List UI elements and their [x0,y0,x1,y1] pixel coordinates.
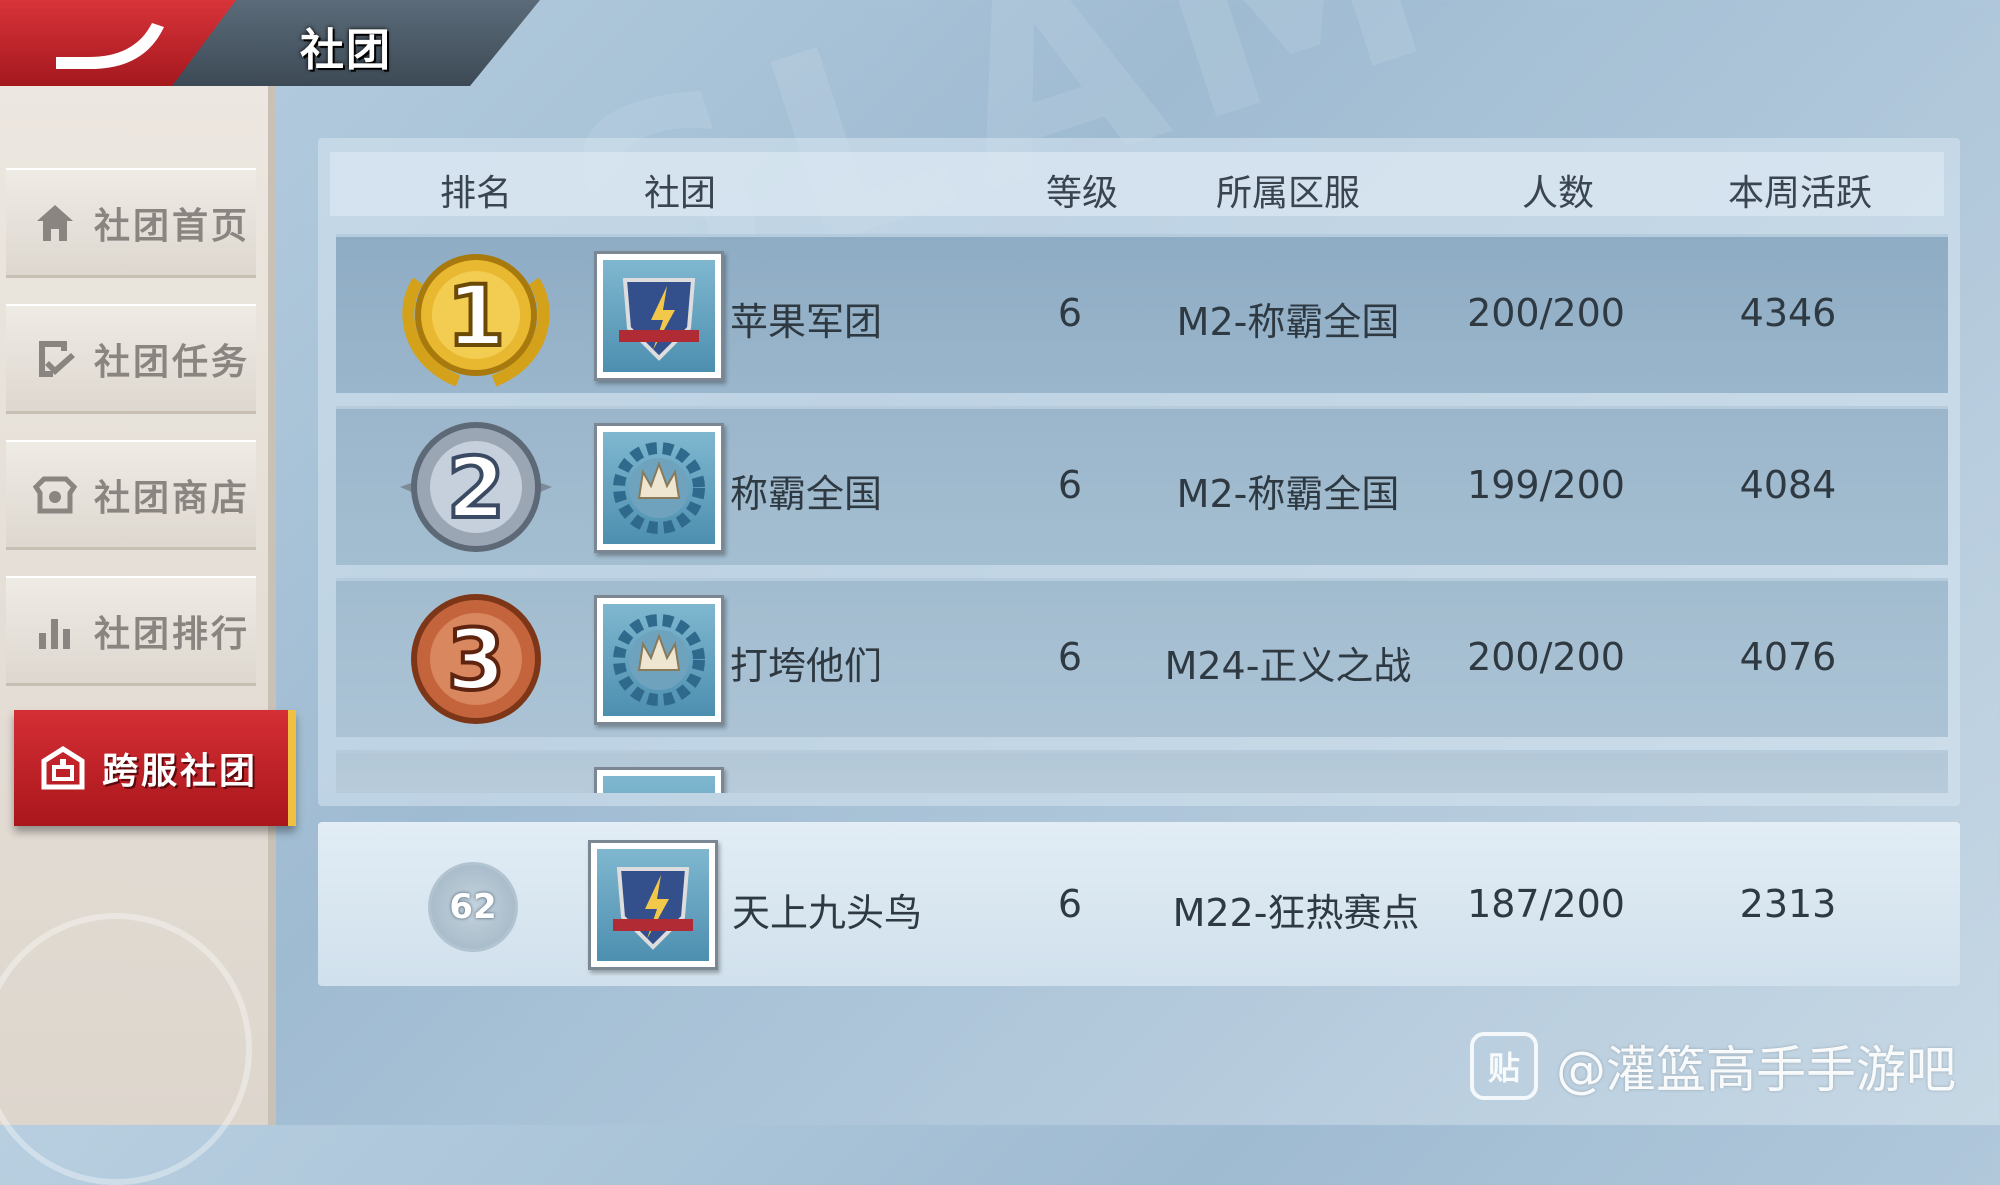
club-server: M2-称霸全国 [1176,472,1400,516]
table-header: 排名 社团 等级 所属区服 人数 本周活跃 [330,152,1944,216]
table-row[interactable]: 1 苹果军团 6 M2-称霸全国 200/200 4346 [336,234,1948,393]
sidebar-item-label: 社团任务 [94,341,251,383]
gold-medal-icon: 1 [386,237,566,393]
table-row-partial[interactable] [336,750,1948,793]
crown-gear-emblem-icon [594,595,724,725]
column-header-club: 社团 [643,173,717,214]
eagle-emblem-icon [594,251,724,381]
column-header-rank: 排名 [439,173,513,214]
club-activity: 4346 [1739,291,1837,335]
sidebar-item-label: 跨服社团 [102,751,259,792]
club-name: 打垮他们 [730,644,883,688]
rank-number: 3 [447,611,505,709]
club-activity: 4076 [1739,635,1837,679]
club-name: 天上九头鸟 [732,891,923,935]
eagle-emblem-icon [588,840,718,970]
column-header-server: 所属区服 [1215,173,1361,214]
club-level: 6 [1057,463,1083,507]
club-level: 6 [1057,635,1083,679]
cross-server-icon [38,743,88,793]
page-title: 社团 [300,25,392,76]
home-icon [30,198,80,248]
sidebar-item-club-shop[interactable]: 社团商店 [6,440,256,550]
club-name: 苹果军团 [730,300,883,344]
crown-gear-emblem-icon [594,767,724,793]
rank-number: 2 [447,439,505,537]
column-header-members: 人数 [1521,173,1595,214]
club-name: 称霸全国 [730,472,883,516]
club-members: 200/200 [1467,291,1625,335]
watermark: 贴 @灌篮高手手游吧 [1470,1030,1956,1102]
table-row[interactable]: 3 打垮他们 6 M24-正义之战 200/200 4076 [336,578,1948,737]
sidebar-item-cross-server-club[interactable]: 跨服社团 [14,710,296,826]
club-activity: 2313 [1739,882,1837,926]
club-members: 200/200 [1467,635,1625,679]
back-arrow-icon [56,23,164,69]
sidebar-item-club-home[interactable]: 社团首页 [6,168,256,278]
bronze-medal-icon: 3 [386,581,566,737]
ranking-table: 排名 社团 等级 所属区服 人数 本周活跃 1 苹果军团 6 M2-称霸全国 2… [318,138,1960,806]
tieba-logo-icon: 贴 [1470,1032,1538,1100]
club-server: M2-称霸全国 [1176,300,1400,344]
club-members: 199/200 [1467,463,1625,507]
sidebar-item-label: 社团首页 [94,205,251,247]
club-level: 6 [1057,291,1083,335]
sidebar-item-club-ranking[interactable]: 社团排行 [6,576,256,686]
rank-number: 1 [447,267,505,365]
silver-medal-icon: 2 [386,409,566,565]
crown-gear-emblem-icon [594,423,724,553]
my-club-rank: 62 [428,862,518,952]
club-server: M22-狂热赛点 [1172,891,1420,935]
task-check-icon [30,334,80,384]
bar-chart-icon [30,606,80,656]
my-club-row[interactable]: 62 天上九头鸟 6 M22-狂热赛点 187/200 2313 [318,822,1960,986]
club-server: M24-正义之战 [1164,644,1412,688]
table-row[interactable]: 2 称霸全国 6 M2-称霸全国 199/200 4084 [336,406,1948,565]
watermark-text: @灌篮高手手游吧 [1556,1041,1956,1099]
basketball-decoration [0,913,252,1185]
club-level: 6 [1057,882,1083,926]
club-activity: 4084 [1739,463,1837,507]
sidebar-item-label: 社团商店 [94,477,251,519]
shop-icon [30,470,80,520]
sidebar-item-label: 社团排行 [94,613,251,655]
sidebar-item-club-tasks[interactable]: 社团任务 [6,304,256,414]
column-header-activity: 本周活跃 [1727,173,1873,214]
club-members: 187/200 [1467,882,1625,926]
column-header-level: 等级 [1045,173,1119,214]
